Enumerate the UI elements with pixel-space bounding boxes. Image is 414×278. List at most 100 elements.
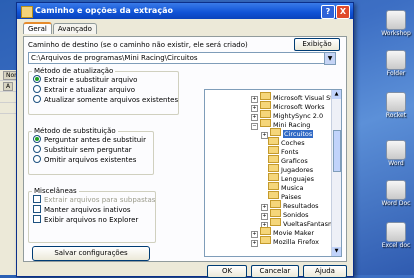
tree-node[interactable]: Lenguajes — [268, 173, 314, 183]
update-option-update[interactable]: Extrair e atualizar arquivo — [29, 85, 178, 95]
folder-icon — [386, 50, 406, 70]
radio-icon[interactable] — [33, 85, 41, 93]
radio-icon[interactable] — [33, 95, 41, 103]
tree-node[interactable]: + MightySync 2.0 — [251, 110, 323, 121]
folder-icon — [268, 182, 279, 190]
tab-strip: Geral Avançado — [23, 22, 98, 36]
folder-icon — [268, 155, 279, 163]
dialog-titlebar[interactable]: Caminho e opções da extração ? X — [17, 3, 353, 19]
option-label: Exibir arquivos no Explorer — [44, 216, 139, 224]
overwrite-option-skip[interactable]: Omitir arquivos existentes — [29, 155, 153, 165]
desktop-icon-workshop[interactable]: Workshop — [380, 10, 412, 37]
tree-node-label: Mozilla Firefox — [273, 238, 319, 246]
tree-node[interactable]: + Mozilla Firefox — [251, 236, 319, 247]
tree-node[interactable]: − Mini Racing — [251, 119, 310, 130]
collapse-icon[interactable]: − — [251, 123, 258, 130]
folder-icon — [260, 92, 271, 100]
destination-path-input[interactable]: C:\Arquivos de programas\Mini Racing\Cir… — [28, 52, 330, 64]
option-label: Omitir arquivos existentes — [44, 156, 137, 164]
overwrite-option-ask[interactable]: Perguntar antes de substituir — [29, 135, 153, 145]
tab-general[interactable]: Geral — [23, 22, 52, 34]
folder-icon — [268, 173, 279, 181]
overwrite-mode-group: Método de substituição Perguntar antes d… — [28, 127, 154, 175]
tree-node-selected[interactable]: + Circuitos — [261, 128, 314, 139]
misc-group: Miscelâneas Extrair arquivos para subpas… — [28, 187, 157, 243]
folder-icon — [268, 164, 279, 172]
tree-node[interactable]: + VueltasFantasma — [261, 218, 338, 229]
folder-icon — [270, 200, 281, 208]
expand-icon[interactable]: + — [251, 240, 258, 247]
scrollbar-thumb[interactable] — [333, 130, 341, 172]
folder-icon — [268, 146, 279, 154]
tree-node[interactable]: Musica — [268, 182, 303, 192]
chevron-down-icon[interactable]: ▼ — [324, 52, 336, 65]
desktop-icon-folder[interactable]: Folder — [380, 50, 412, 77]
overwrite-option-replace[interactable]: Substituir sem perguntar — [29, 145, 153, 155]
folder-tree[interactable]: + Microsoft Visual Studio + Microsoft Work… — [204, 89, 342, 257]
checkbox-icon — [33, 195, 41, 203]
misc-option-keep-broken[interactable]: Manter arquivos inativos — [29, 205, 155, 215]
option-label: Perguntar antes de substituir — [44, 136, 146, 144]
update-option-existing[interactable]: Atualizar somente arquivos existentes — [29, 95, 178, 105]
tree-node[interactable]: Paises — [268, 191, 301, 201]
display-button[interactable]: Exibição — [294, 38, 340, 51]
tree-node[interactable]: + Microsoft Visual Studio — [251, 92, 341, 103]
close-button[interactable]: X — [336, 5, 350, 19]
option-label: Atualizar somente arquivos existentes — [44, 96, 179, 104]
folder-icon — [270, 128, 281, 136]
desktop-icon-excel-doc[interactable]: Excel doc — [380, 222, 412, 249]
option-label: Manter arquivos inativos — [44, 206, 131, 214]
desktop-icon-label: Word — [388, 160, 404, 167]
save-settings-button[interactable]: Salvar configurações — [32, 246, 150, 261]
desktop-icon-rocket[interactable]: Rocket — [380, 92, 412, 119]
folder-icon — [260, 236, 271, 244]
update-method-title: Método de atualização — [34, 67, 114, 75]
help-title-button[interactable]: ? — [321, 5, 335, 19]
dialog-title: Caminho e opções da extração — [35, 6, 173, 15]
archive-icon — [21, 6, 33, 18]
expand-icon[interactable]: + — [261, 132, 268, 139]
tree-node[interactable]: + Resultados — [261, 200, 319, 211]
checkbox-icon[interactable] — [33, 205, 41, 213]
tree-node[interactable]: Coches — [268, 137, 305, 147]
option-label: Substituir sem perguntar — [44, 146, 132, 154]
misc-option-show-explorer[interactable]: Exibir arquivos no Explorer — [29, 215, 155, 225]
option-label: Extrair e atualizar arquivo — [44, 86, 136, 94]
radio-selected-icon[interactable] — [33, 75, 41, 83]
tab-advanced[interactable]: Avançado — [52, 23, 97, 34]
option-label: Extrair arquivos para subpastas — [44, 196, 156, 204]
update-option-replace[interactable]: Extrair e substituir arquivo — [29, 75, 178, 85]
folder-icon — [270, 218, 281, 226]
tree-node[interactable]: + Microsoft Works — [251, 101, 325, 112]
extraction-dialog: Caminho e opções da extração ? X Geral A… — [16, 2, 354, 278]
tree-node[interactable]: + Movie Maker — [251, 227, 314, 238]
word-doc-icon — [386, 180, 406, 200]
desktop-icon-word[interactable]: Word — [380, 140, 412, 167]
cancel-button[interactable]: Cancelar — [251, 265, 299, 278]
help-button[interactable]: Ajuda — [303, 265, 347, 278]
folder-icon — [260, 227, 271, 235]
option-label: Extrair e substituir arquivo — [44, 76, 138, 84]
recycle-icon — [386, 92, 406, 112]
tree-scrollbar[interactable]: ▲ ▼ — [331, 90, 341, 256]
tree-node[interactable]: Fonts — [268, 146, 299, 156]
checkbox-icon[interactable] — [33, 215, 41, 223]
desktop-icon-label: Workshop — [381, 30, 411, 37]
tree-node[interactable]: + Sonidos — [261, 209, 309, 220]
tree-node[interactable]: Jugadores — [268, 164, 313, 174]
ok-button[interactable]: OK — [207, 265, 247, 278]
radio-icon[interactable] — [33, 155, 41, 163]
background-tab: A — [3, 82, 14, 91]
radio-icon[interactable] — [33, 145, 41, 153]
desktop-icon-label: Word Doc — [381, 200, 411, 207]
folder-icon — [386, 10, 406, 30]
scroll-up-icon[interactable]: ▲ — [332, 90, 341, 99]
update-method-group: Método de atualização Extrair e substitu… — [28, 67, 180, 115]
scroll-down-icon[interactable]: ▼ — [332, 247, 341, 256]
desktop-icon-word-doc[interactable]: Word Doc — [380, 180, 412, 207]
radio-selected-icon[interactable] — [33, 135, 41, 143]
desktop-icons: Workshop Folder Rocket Word Word Doc Exc… — [374, 0, 414, 275]
tree-node[interactable]: Graficos — [268, 155, 308, 165]
misc-title: Miscelâneas — [34, 187, 77, 195]
misc-option-subfolders: Extrair arquivos para subpastas — [29, 195, 155, 205]
